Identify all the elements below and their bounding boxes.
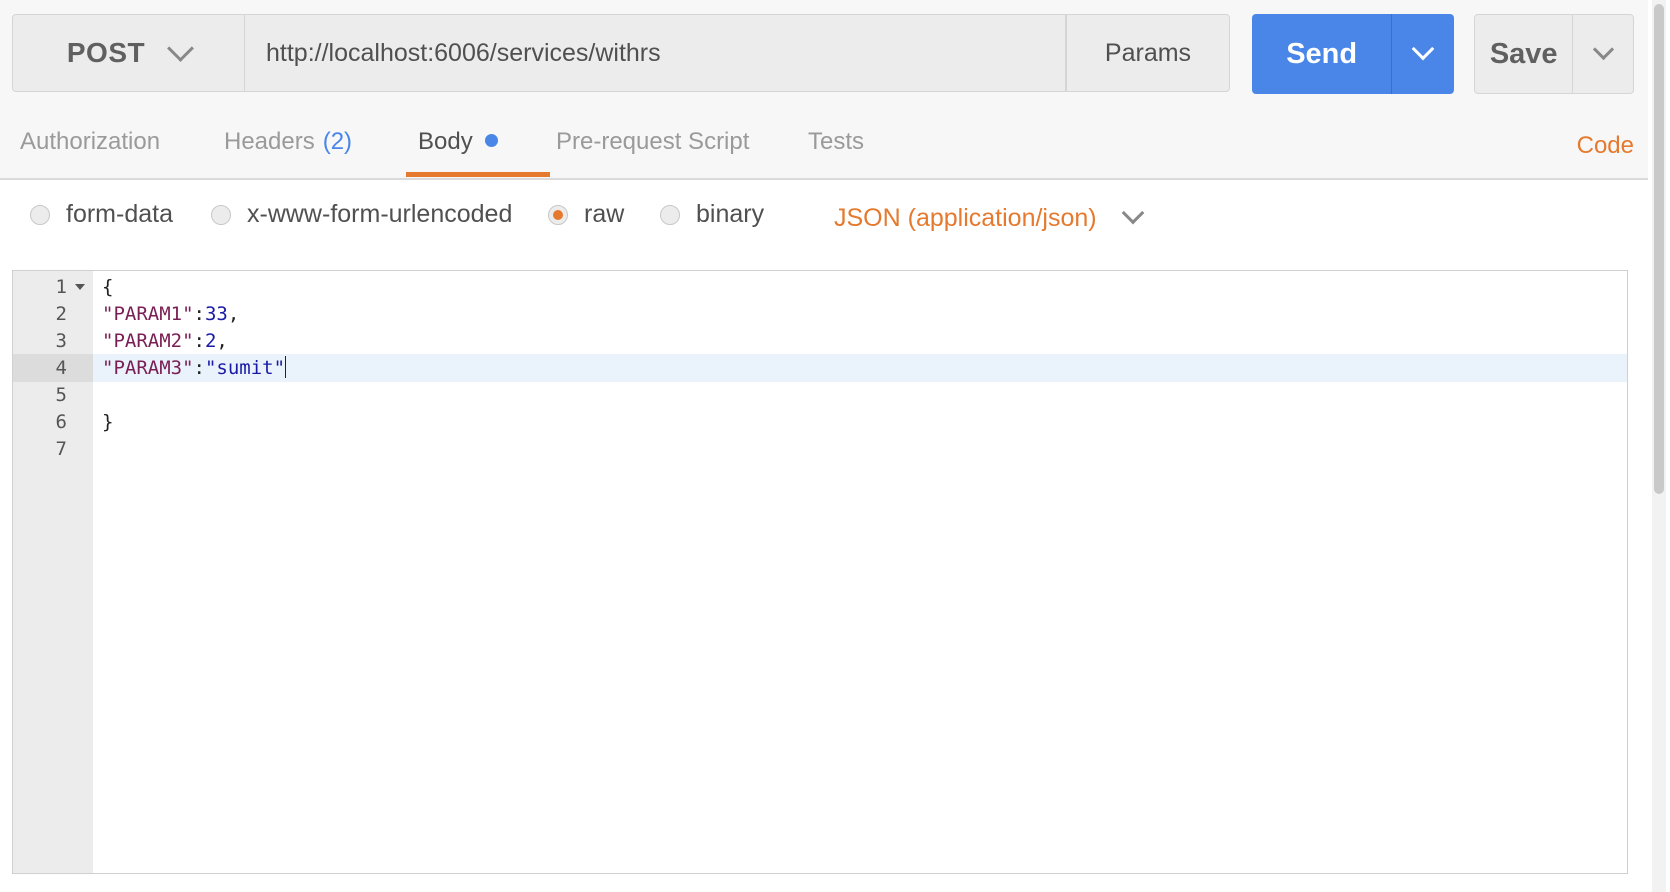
code-text: "PARAM2":2,	[102, 327, 228, 355]
chevron-down-icon	[1121, 201, 1144, 224]
code-text: "PARAM3":"sumit"	[102, 354, 287, 382]
editor-line: 3 "PARAM2":2,	[13, 327, 1627, 355]
tab-label: Tests	[808, 128, 865, 155]
line-number: 6	[55, 411, 67, 433]
radio-x-www-form-urlencoded[interactable]: x-www-form-urlencoded	[211, 200, 512, 229]
radio-raw[interactable]: raw	[548, 200, 624, 229]
text-caret	[285, 356, 287, 378]
body-type-selector: form-data x-www-form-urlencoded raw bina…	[0, 196, 1648, 246]
json-comma: ,	[216, 330, 228, 352]
tab-body[interactable]: Body	[418, 128, 498, 156]
method-label: POST	[66, 37, 146, 68]
content-type-label: JSON (application/json)	[834, 204, 1097, 232]
active-tab-indicator	[406, 172, 550, 177]
radio-label: raw	[584, 200, 625, 228]
line-number: 4	[13, 354, 93, 382]
page-scrollbar[interactable]	[1652, 0, 1666, 892]
body-modified-dot-icon	[484, 134, 498, 147]
tab-headers[interactable]: Headers (2)	[224, 128, 352, 156]
radio-form-data[interactable]: form-data	[30, 200, 173, 229]
save-button-group: Save	[1474, 14, 1634, 94]
json-key: "PARAM3"	[102, 357, 194, 379]
radio-circle-icon	[211, 204, 231, 225]
radio-label: x-www-form-urlencoded	[247, 200, 513, 228]
fold-toggle-icon[interactable]	[75, 284, 85, 290]
save-options-dropdown[interactable]	[1572, 15, 1633, 93]
content-type-dropdown[interactable]: JSON (application/json)	[834, 201, 1144, 233]
chevron-down-icon	[167, 34, 195, 62]
editor-line: 5	[13, 381, 1627, 409]
code-text: {	[102, 276, 114, 298]
code-link[interactable]: Code	[1577, 132, 1634, 160]
line-number: 7	[55, 438, 67, 460]
tab-pre-request-script[interactable]: Pre-request Script	[556, 128, 749, 156]
save-button[interactable]: Save	[1475, 15, 1572, 93]
tab-authorization[interactable]: Authorization	[20, 128, 160, 156]
chevron-down-icon	[1411, 37, 1435, 61]
radio-label: binary	[696, 200, 765, 228]
chevron-down-icon	[1592, 38, 1614, 60]
radio-circle-icon	[660, 204, 680, 225]
code-text: "PARAM1":33,	[102, 300, 239, 328]
json-value: 2	[204, 330, 217, 352]
json-separator: :	[193, 357, 205, 379]
editor-line: 6 }	[13, 408, 1627, 436]
editor-line-active: 4 "PARAM3":"sumit"	[13, 354, 1627, 382]
json-separator: :	[193, 303, 205, 325]
method-dropdown[interactable]: POST	[12, 14, 244, 92]
params-button[interactable]: Params	[1066, 14, 1230, 92]
json-value: 33	[204, 303, 228, 325]
send-button-group: Send	[1252, 14, 1454, 94]
json-comma: ,	[227, 303, 240, 325]
line-number: 5	[55, 384, 67, 406]
tab-label: Headers	[224, 128, 315, 155]
body-editor[interactable]: 1 { 2 "PARAM1":33, 3 "PARAM2":2, 4 "PARA…	[12, 270, 1628, 874]
json-separator: :	[193, 330, 205, 352]
editor-line: 2 "PARAM1":33,	[13, 300, 1627, 328]
code-text: }	[102, 411, 114, 433]
json-value: "sumit"	[204, 357, 286, 379]
json-key: "PARAM2"	[102, 330, 194, 352]
tab-label: Pre-request Script	[556, 128, 750, 155]
editor-line: 7	[13, 435, 1627, 463]
tab-label: Body	[418, 128, 473, 155]
send-options-dropdown[interactable]	[1391, 14, 1454, 94]
send-button[interactable]: Send	[1252, 14, 1391, 94]
headers-count-badge: (2)	[322, 128, 353, 155]
json-key: "PARAM1"	[102, 303, 194, 325]
radio-binary[interactable]: binary	[660, 200, 764, 229]
radio-label: form-data	[66, 200, 173, 228]
tab-tests[interactable]: Tests	[808, 128, 864, 156]
request-builder: POST Params Send Save Authorization Head…	[0, 0, 1670, 892]
line-number: 3	[55, 330, 67, 352]
scrollbar-thumb[interactable]	[1654, 4, 1664, 494]
radio-selected-icon	[548, 204, 568, 225]
radio-circle-icon	[30, 204, 50, 225]
line-number: 2	[55, 303, 67, 325]
editor-line: 1 {	[13, 273, 1627, 301]
tab-label: Authorization	[20, 128, 161, 155]
url-input[interactable]	[244, 14, 1066, 92]
